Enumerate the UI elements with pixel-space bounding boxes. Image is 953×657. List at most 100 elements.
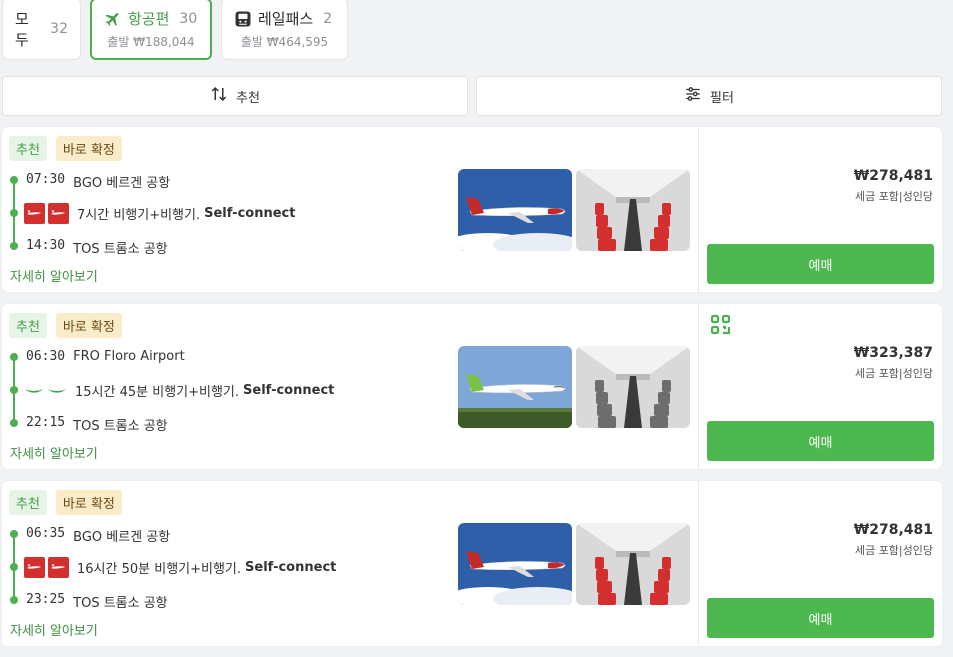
departure-airport: FRO Floro Airport <box>73 349 185 364</box>
airline-logos <box>24 380 67 401</box>
tab-railpass[interactable]: 레일패스 2 출발 ₩464,595 <box>221 0 348 60</box>
arrival: 22:15 TOS 트롬소 공항 <box>26 415 168 434</box>
price: ₩278,481 <box>853 168 933 184</box>
arrival-airport: TOS 트롬소 공항 <box>73 242 168 257</box>
connection-type: Self-connect <box>204 206 296 221</box>
airline-logo <box>48 203 69 224</box>
departure-time: 06:35 <box>26 526 66 541</box>
price-note: 세금 포함|성인당 <box>854 367 933 380</box>
arrival: 14:30 TOS 트롬소 공항 <box>26 238 168 257</box>
result-card: 추천 바로 확정 06:35 BGO 베르겐 공항 16시간 50분 비행기+비… <box>2 481 942 646</box>
leg-summary: 7시간 비행기+비행기. Self-connect <box>24 203 295 224</box>
instant-confirm-badge: 바로 확정 <box>55 136 122 161</box>
book-button[interactable]: 예매 <box>707 421 934 461</box>
arrival-airport: TOS 트롬소 공항 <box>73 419 168 434</box>
arrival-time: 22:15 <box>26 415 66 430</box>
airline-logo <box>24 203 45 224</box>
result-card: 추천 바로 확정 06:30 FRO Floro Airport 15시간 45… <box>2 304 942 469</box>
price-note: 세금 포함|성인당 <box>854 544 933 557</box>
plane-icon <box>104 10 122 28</box>
price-panel: ₩278,481 세금 포함|성인당 예매 <box>699 481 942 646</box>
price: ₩278,481 <box>853 522 933 538</box>
airline-logo <box>24 557 45 578</box>
recommended-badge: 추천 <box>9 490 47 515</box>
tab-flights-from-price: 출발 ₩188,044 <box>107 35 195 49</box>
price-note: 세금 포함|성인당 <box>854 190 933 203</box>
price-panel: ₩323,387 세금 포함|성인당 예매 <box>699 304 942 469</box>
itinerary: 추천 바로 확정 07:30 BGO 베르겐 공항 7시간 비행기+비행기. S… <box>2 127 698 292</box>
trip-duration: 16시간 50분 비행기+비행기. <box>77 562 242 577</box>
recommended-badge: 추천 <box>9 136 47 161</box>
badge-group: 추천 바로 확정 <box>9 313 122 338</box>
leg-summary: 16시간 50분 비행기+비행기. Self-connect <box>24 557 336 578</box>
tab-all-count: 32 <box>50 21 68 37</box>
transport-tabs: 모두 32 항공편 30 출발 ₩188,044 레일패스 2 출발 ₩464,… <box>2 0 348 60</box>
departure-dot <box>10 530 18 538</box>
price-panel: ₩278,481 세금 포함|성인당 예매 <box>699 127 942 292</box>
tab-railpass-from-price: 출발 ₩464,595 <box>240 35 329 49</box>
connection-dot <box>10 563 18 571</box>
filter-label: 필터 <box>710 90 734 106</box>
price: ₩323,387 <box>853 345 933 361</box>
badge-group: 추천 바로 확정 <box>9 136 122 161</box>
details-link[interactable]: 자세히 알아보기 <box>10 266 98 285</box>
arrival-time: 14:30 <box>26 238 66 253</box>
tab-flights-label: 항공편 <box>128 10 170 28</box>
tab-all-label: 모두 <box>15 10 29 49</box>
qr-code-icon <box>710 314 731 335</box>
connection-dot <box>10 386 18 394</box>
airline-logos <box>24 557 69 578</box>
result-card: 추천 바로 확정 07:30 BGO 베르겐 공항 7시간 비행기+비행기. S… <box>2 127 942 292</box>
cabin-photo <box>576 169 690 251</box>
departure: 07:30 BGO 베르겐 공항 <box>26 172 170 191</box>
instant-confirm-badge: 바로 확정 <box>55 313 122 338</box>
tab-flights-count: 30 <box>179 10 198 27</box>
arrival-dot <box>10 596 18 604</box>
departure-time: 07:30 <box>26 172 66 187</box>
tab-railpass-label: 레일패스 <box>258 10 314 28</box>
airline-logos <box>24 203 69 224</box>
cabin-photo <box>576 523 690 605</box>
book-button[interactable]: 예매 <box>707 598 934 638</box>
aircraft-photo <box>458 346 572 428</box>
airline-logo <box>24 380 44 401</box>
connection-dot <box>10 209 18 217</box>
departure: 06:35 BGO 베르겐 공항 <box>26 526 170 545</box>
departure-airport: BGO 베르겐 공항 <box>73 530 171 545</box>
departure-dot <box>10 353 18 361</box>
details-link[interactable]: 자세히 알아보기 <box>10 443 98 462</box>
filter-icon <box>684 85 702 107</box>
recommended-badge: 추천 <box>9 313 47 338</box>
tab-railpass-count: 2 <box>323 10 333 27</box>
leg-summary: 15시간 45분 비행기+비행기. Self-connect <box>24 380 334 401</box>
arrival-dot <box>10 419 18 427</box>
departure-airport: BGO 베르겐 공항 <box>73 176 171 191</box>
aircraft-photo <box>458 169 572 251</box>
trip-duration: 15시간 45분 비행기+비행기. <box>75 385 240 400</box>
departure-dot <box>10 176 18 184</box>
sort-button[interactable]: 추천 <box>2 76 468 116</box>
sort-label: 추천 <box>236 90 260 106</box>
airline-logo <box>48 557 69 578</box>
connection-type: Self-connect <box>245 560 337 575</box>
arrival-dot <box>10 242 18 250</box>
instant-confirm-badge: 바로 확정 <box>55 490 122 515</box>
airline-logo <box>47 380 67 401</box>
tab-all[interactable]: 모두 32 <box>2 0 81 60</box>
trip-duration: 7시간 비행기+비행기. <box>77 208 201 223</box>
departure-time: 06:30 <box>26 349 66 364</box>
book-button[interactable]: 예매 <box>707 244 934 284</box>
departure: 06:30 FRO Floro Airport <box>26 349 185 364</box>
sort-icon <box>210 85 228 107</box>
badge-group: 추천 바로 확정 <box>9 490 122 515</box>
filter-button[interactable]: 필터 <box>476 76 942 116</box>
arrival: 23:25 TOS 트롬소 공항 <box>26 592 168 611</box>
details-link[interactable]: 자세히 알아보기 <box>10 620 98 639</box>
aircraft-photo <box>458 523 572 605</box>
arrival-time: 23:25 <box>26 592 66 607</box>
cabin-photo <box>576 346 690 428</box>
tab-flights[interactable]: 항공편 30 출발 ₩188,044 <box>90 0 212 60</box>
train-icon <box>234 10 252 28</box>
itinerary: 추천 바로 확정 06:35 BGO 베르겐 공항 16시간 50분 비행기+비… <box>2 481 698 646</box>
connection-type: Self-connect <box>243 383 335 398</box>
